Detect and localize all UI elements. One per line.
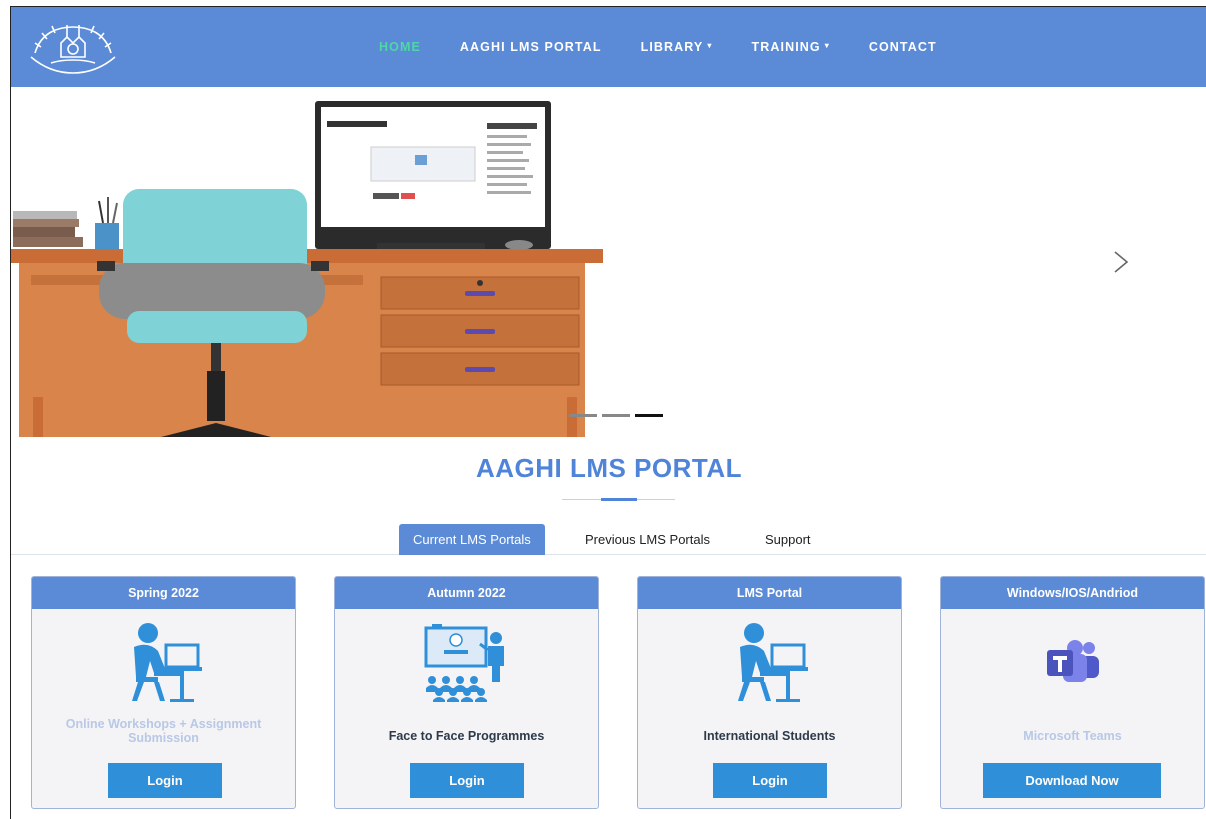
classroom-presentation-icon: [335, 617, 598, 707]
nav-training[interactable]: TRAINING ▾: [752, 40, 830, 54]
login-button[interactable]: Login: [108, 763, 222, 798]
carousel-indicator[interactable]: [602, 414, 630, 417]
desk-computer-chair-illustration: [11, 87, 618, 437]
login-button[interactable]: Login: [410, 763, 524, 798]
hero-carousel: [11, 87, 1206, 437]
nav-aaghi-lms-portal[interactable]: AAGHI LMS PORTAL: [460, 40, 602, 54]
tab-support[interactable]: Support: [765, 524, 811, 555]
main-nav: HOME AAGHI LMS PORTAL LIBRARY ▾ TRAINING ▾…: [379, 40, 976, 54]
portal-card-spring-2022: Spring 2022 Online Workshops + Assignmen…: [31, 576, 296, 809]
carousel-indicator[interactable]: [569, 414, 597, 417]
microsoft-teams-icon: [941, 617, 1204, 707]
card-description: Face to Face Programmes: [388, 729, 545, 743]
chevron-down-icon: ▾: [824, 41, 830, 50]
navbar: HOME AAGHI LMS PORTAL LIBRARY ▾ TRAINING ▾…: [11, 7, 1206, 87]
portal-card-lms-portal: LMS Portal International Students Login: [637, 576, 902, 809]
card-description: Online Workshops + Assignment Submission: [65, 717, 262, 745]
university-crest-logo[interactable]: [27, 13, 119, 83]
student-at-laptop-icon: [638, 617, 901, 707]
card-header: Autumn 2022: [335, 577, 598, 609]
carousel-indicator-active[interactable]: [635, 414, 663, 417]
nav-library-label: LIBRARY: [640, 40, 704, 54]
nav-contact[interactable]: CONTACT: [869, 40, 937, 54]
page: HOME AAGHI LMS PORTAL LIBRARY ▾ TRAINING ▾…: [10, 6, 1206, 819]
download-now-button[interactable]: Download Now: [983, 763, 1161, 798]
card-header: Spring 2022: [32, 577, 295, 609]
portal-tabs: Current LMS Portals Previous LMS Portals…: [11, 524, 1206, 555]
chevron-right-icon[interactable]: [1105, 247, 1135, 277]
title-divider-accent: [601, 498, 637, 501]
nav-training-label: TRAINING: [751, 40, 821, 54]
student-at-laptop-icon: [32, 617, 295, 707]
carousel-indicators: [569, 414, 663, 417]
nav-home[interactable]: HOME: [379, 40, 421, 54]
portal-card-autumn-2022: Autumn 2022 Face to Face Programmes Logi…: [334, 576, 599, 809]
tab-previous-lms-portals[interactable]: Previous LMS Portals: [585, 524, 710, 555]
card-header: LMS Portal: [638, 577, 901, 609]
card-header: Windows/IOS/Andriod: [941, 577, 1204, 609]
card-description: Microsoft Teams: [1023, 729, 1122, 743]
portal-card-windows-ios-android: Windows/IOS/Andriod Microsoft Teams Down…: [940, 576, 1205, 809]
tab-current-lms-portals[interactable]: Current LMS Portals: [399, 524, 545, 555]
portal-cards: Spring 2022 Online Workshops + Assignmen…: [31, 576, 1206, 810]
section-title: AAGHI LMS PORTAL: [475, 453, 743, 483]
nav-library[interactable]: LIBRARY ▾: [641, 40, 713, 54]
chevron-down-icon: ▾: [707, 41, 713, 50]
card-description: International Students: [703, 729, 836, 743]
login-button[interactable]: Login: [713, 763, 827, 798]
